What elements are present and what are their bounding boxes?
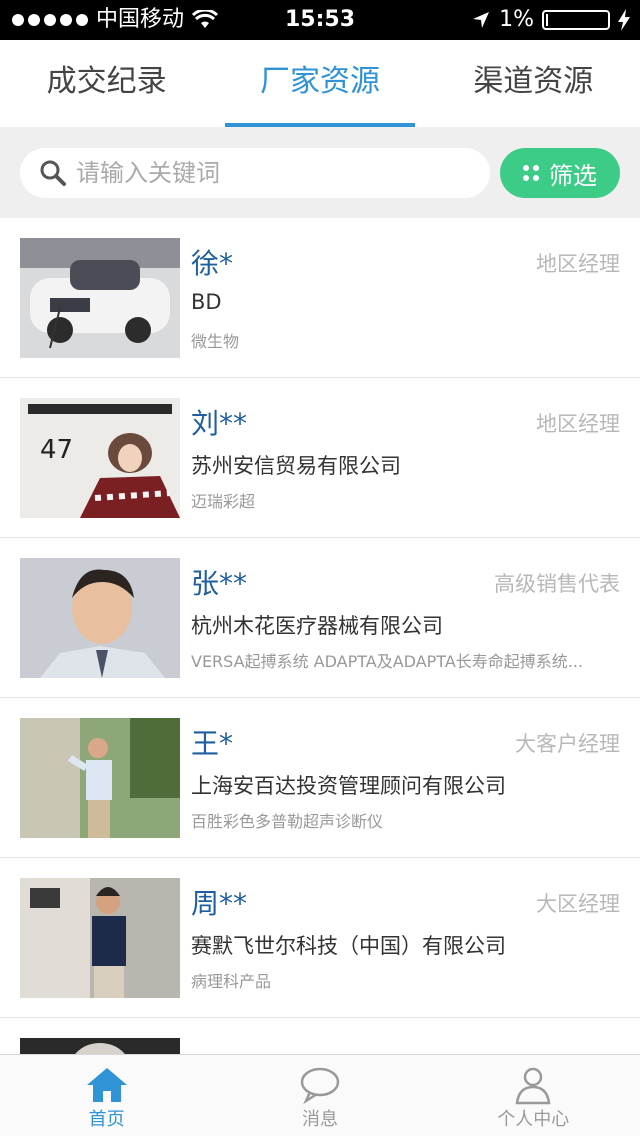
company-name: 赛默飞世尔科技（中国）有限公司 [191, 934, 506, 958]
contact-name: 周** [191, 887, 248, 920]
nav-home-label: 首页 [88, 1109, 125, 1130]
contact-role: 地区经理 [536, 412, 620, 436]
item-thumbnail [20, 878, 180, 998]
svg-text:47: 47 [40, 435, 73, 465]
product-line: VERSA起搏系统 ADAPTA及ADAPTA长寿命起搏系统... [191, 652, 584, 671]
list-item[interactable]: 王* 大客户经理 上海安百达投资管理顾问有限公司 百胜彩色多普勒超声诊断仪 [0, 698, 640, 858]
item-thumbnail [20, 558, 180, 678]
battery-icon [542, 10, 610, 30]
nav-profile[interactable]: 个人中心 [427, 1055, 640, 1136]
search-input[interactable] [74, 158, 478, 188]
status-right: 1% [471, 6, 630, 34]
nav-messages[interactable]: 消息 [213, 1055, 426, 1136]
contact-name: 徐* [191, 247, 234, 280]
resource-list: 徐* 地区经理 BD 微生物 47 刘** 地区经理 苏州安信贸易有限公司 迈瑞… [0, 218, 640, 1054]
contact-role: 高级销售代表 [494, 572, 620, 596]
status-bar: 中国移动 15:53 1% [0, 0, 640, 40]
search-box[interactable] [20, 148, 490, 198]
home-icon [86, 1068, 127, 1102]
search-icon [40, 160, 66, 186]
item-thumbnail [20, 718, 180, 838]
filter-label: 筛选 [549, 161, 597, 190]
list-item[interactable]: 徐* 地区经理 BD 微生物 [0, 218, 640, 378]
charging-bolt-icon [618, 9, 630, 31]
search-bar: 筛选 [0, 127, 640, 218]
list-item[interactable]: 张** 高级销售代表 杭州木花医疗器械有限公司 VERSA起搏系统 ADAPTA… [0, 538, 640, 698]
nav-profile-label: 个人中心 [497, 1109, 570, 1130]
location-arrow-icon [473, 12, 490, 28]
company-name: BD [191, 290, 222, 314]
tab-manufacturer-resources[interactable]: 厂家资源 [213, 40, 426, 127]
bottom-tab-bar: 首页 消息 个人中心 [0, 1054, 640, 1136]
battery-percent: 1% [499, 7, 534, 32]
contact-role: 地区经理 [536, 252, 620, 276]
company-name: 上海安百达投资管理顾问有限公司 [191, 774, 506, 798]
contact-name: 王* [191, 727, 234, 760]
company-name: 苏州安信贸易有限公司 [191, 454, 401, 478]
message-bubble-icon [300, 1067, 340, 1105]
contact-name: 张** [191, 567, 248, 600]
filter-button[interactable]: 筛选 [500, 148, 620, 198]
list-item[interactable]: 周** 大区经理 赛默飞世尔科技（中国）有限公司 病理科产品 [0, 858, 640, 1018]
contact-role: 大区经理 [536, 892, 620, 916]
contact-name: 刘** [191, 407, 248, 440]
product-line: 病理科产品 [191, 972, 272, 991]
product-line: 百胜彩色多普勒超声诊断仪 [191, 812, 384, 831]
item-thumbnail: 47 [20, 398, 180, 518]
product-line: 微生物 [191, 332, 240, 351]
company-name: 杭州木花医疗器械有限公司 [191, 614, 443, 638]
nav-messages-label: 消息 [301, 1109, 338, 1130]
item-thumbnail [20, 238, 180, 358]
filter-dots-icon [523, 165, 539, 181]
user-icon [515, 1067, 551, 1105]
item-thumbnail [20, 1038, 180, 1054]
list-item[interactable]: 47 刘** 地区经理 苏州安信贸易有限公司 迈瑞彩超 [0, 378, 640, 538]
product-line: 迈瑞彩超 [191, 492, 256, 511]
nav-home[interactable]: 首页 [0, 1055, 213, 1136]
tab-channel-resources[interactable]: 渠道资源 [427, 40, 640, 127]
contact-role: 大客户经理 [515, 732, 620, 756]
list-item[interactable] [0, 1018, 640, 1054]
tab-deal-records[interactable]: 成交纪录 [0, 40, 213, 127]
segment-tabs: 成交纪录 厂家资源 渠道资源 [0, 40, 640, 127]
